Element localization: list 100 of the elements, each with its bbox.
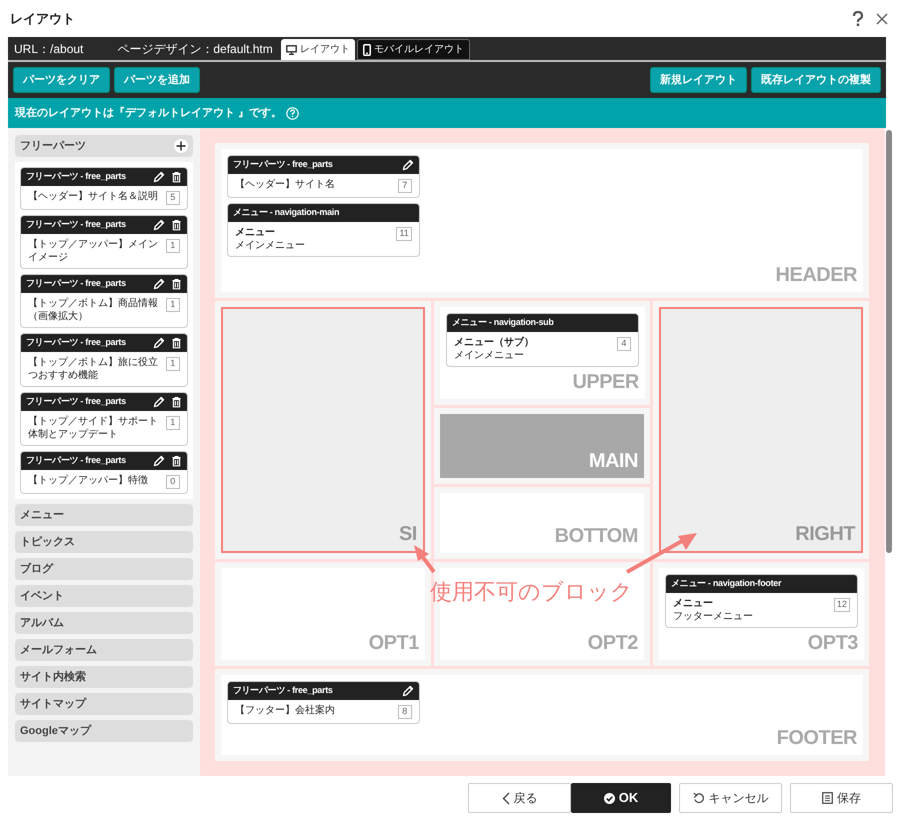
part-name: 【フッター】会社案内 — [234, 704, 335, 717]
layout-tab[interactable]: レイアウト — [280, 39, 355, 60]
trash-icon[interactable] — [170, 219, 182, 231]
category-label: メニュー — [20, 508, 64, 523]
part-card[interactable]: メニュー - navigation-footer メニュー フッターメニュー 12 — [664, 574, 858, 628]
monitor-icon — [286, 44, 297, 54]
part-type-label: フリーパーツ - free_parts — [26, 277, 126, 290]
block-label: OPT1 — [368, 632, 419, 654]
usage-count: 12 — [834, 598, 850, 612]
part-card[interactable]: フリーパーツ - free_parts 【トップ／ボトム】旅に役立つおすすめ機能 1 — [20, 333, 188, 387]
part-name: フッターメニュー — [672, 610, 753, 623]
category-header[interactable]: フリーパーツ — [15, 135, 193, 157]
part-card[interactable]: フリーパーツ - free_parts 【ヘッダー】サイト名＆説明 5 — [20, 167, 188, 210]
undo-icon — [692, 792, 704, 804]
part-title: メニュー — [672, 597, 714, 610]
part-name: 【ヘッダー】サイト名＆説明 — [28, 190, 158, 203]
category-label: トピックス — [20, 534, 75, 550]
part-card[interactable]: フリーパーツ - free_parts 【ヘッダー】サイト名 7 — [226, 155, 420, 198]
category-header[interactable]: ブログ — [15, 558, 193, 580]
part-type-label: フリーパーツ - free_parts — [26, 395, 126, 408]
part-card[interactable]: フリーパーツ - free_parts 【トップ／ボトム】商品情報（画像拡大） 1 — [20, 274, 188, 328]
category-label: フリーパーツ — [20, 138, 86, 154]
trash-icon[interactable] — [170, 455, 182, 467]
trash-icon[interactable] — [170, 337, 182, 349]
footer-button[interactable]: OK — [571, 783, 671, 813]
usage-count: 7 — [398, 179, 412, 193]
block-label: BOTTOM — [554, 525, 638, 547]
part-card[interactable]: フリーパーツ - free_parts 【フッター】会社案内 8 — [226, 681, 420, 724]
part-name: メインメニュー — [234, 239, 305, 252]
annotation-text: 使用不可のブロック — [430, 579, 633, 607]
category-label: Googleマップ — [20, 724, 91, 739]
part-name: 【トップ／ボトム】商品情報（画像拡大） — [28, 297, 159, 323]
trash-icon[interactable] — [170, 278, 182, 290]
category-header[interactable]: アルバム — [15, 612, 193, 634]
category-header[interactable]: トピックス — [15, 531, 193, 553]
category-label: メールフォーム — [20, 642, 97, 658]
part-card[interactable]: メニュー - navigation-main メニュー メインメニュー 11 — [226, 203, 420, 257]
scrollbar-thumb[interactable] — [886, 130, 892, 553]
pencil-icon[interactable] — [152, 396, 165, 408]
part-type-label: フリーパーツ - free_parts — [26, 170, 126, 184]
category-label: イベント — [20, 588, 64, 604]
footer-button[interactable]: 保存 — [790, 783, 893, 813]
category-label: アルバム — [20, 616, 64, 631]
pencil-icon[interactable] — [152, 278, 165, 290]
phone-icon — [362, 44, 371, 56]
chevron-left-icon — [502, 792, 510, 804]
window-title: レイアウト — [10, 10, 75, 28]
block-label: HEADER — [776, 264, 857, 286]
block-label: UPPER — [572, 371, 639, 393]
part-card[interactable]: フリーパーツ - free_parts 【トップ／サイド】サポート体制とアップデート 1 — [20, 392, 188, 446]
pencil-icon[interactable] — [152, 171, 165, 183]
part-card[interactable]: メニュー - navigation-sub メニュー（サブ） メインメニュー 4 — [446, 313, 639, 367]
block-label: OPT2 — [588, 632, 638, 654]
part-name: 【トップ／アッパー】特徴 — [28, 474, 148, 487]
part-name: 【トップ／アッパー】メインイメージ — [28, 238, 159, 264]
pencil-icon[interactable] — [152, 337, 165, 349]
usage-count: 1 — [166, 239, 180, 253]
part-type-label: フリーパーツ - free_parts — [232, 158, 333, 172]
part-type-label: メニュー - navigation-sub — [452, 316, 554, 330]
usage-count: 8 — [398, 705, 412, 719]
help-icon[interactable] — [852, 10, 864, 26]
part-name: 【トップ／ボトム】旅に役立つおすすめ機能 — [28, 356, 159, 382]
pencil-icon[interactable] — [152, 219, 165, 231]
part-type-label: メニュー - navigation-footer — [670, 577, 782, 590]
category-header[interactable]: メニュー — [15, 504, 193, 526]
usage-count: 1 — [166, 357, 180, 371]
close-icon[interactable] — [876, 12, 888, 24]
block-label: SI — [398, 523, 417, 545]
page-design-label: ページデザイン：default.htm — [117, 40, 273, 58]
part-type-label: フリーパーツ - free_parts — [26, 336, 126, 350]
block-label: FOOTER — [776, 727, 857, 749]
pencil-icon[interactable] — [402, 159, 414, 171]
part-type-label: フリーパーツ - free_parts — [232, 684, 333, 698]
layout-tab[interactable]: モバイルレイアウト — [356, 39, 470, 60]
category-label: ブログ — [20, 562, 53, 577]
footer-button[interactable]: 戻る — [468, 783, 571, 813]
category-header[interactable]: メールフォーム — [15, 639, 193, 661]
trash-icon[interactable] — [170, 396, 182, 408]
check-circle-icon — [604, 792, 615, 804]
part-card[interactable]: フリーパーツ - free_parts 【トップ／アッパー】特徴 0 — [20, 451, 188, 494]
block-label: RIGHT — [795, 523, 855, 545]
usage-count: 1 — [166, 298, 180, 312]
category-header[interactable]: サイト内検索 — [15, 666, 193, 688]
pencil-icon[interactable] — [152, 455, 165, 467]
plus-icon[interactable] — [174, 139, 188, 153]
usage-count: 11 — [396, 227, 412, 241]
part-card[interactable]: フリーパーツ - free_parts 【トップ／アッパー】メインイメージ 1 — [20, 215, 188, 269]
notice-text: 現在のレイアウトは『デフォルトレイアウト 』です。 — [15, 106, 282, 121]
trash-icon[interactable] — [170, 171, 182, 183]
help-icon[interactable] — [286, 106, 300, 120]
block-label: MAIN — [588, 450, 638, 472]
pencil-icon[interactable] — [402, 685, 414, 697]
footer-button[interactable]: キャンセル — [679, 783, 782, 813]
part-type-label: メニュー - navigation-main — [232, 206, 340, 220]
document-icon — [822, 792, 833, 804]
category-header[interactable]: サイトマップ — [15, 693, 193, 715]
category-header[interactable]: Googleマップ — [15, 720, 193, 742]
category-header[interactable]: イベント — [15, 585, 193, 607]
category-label: サイトマップ — [20, 696, 86, 712]
part-name: 【ヘッダー】サイト名 — [234, 178, 335, 191]
